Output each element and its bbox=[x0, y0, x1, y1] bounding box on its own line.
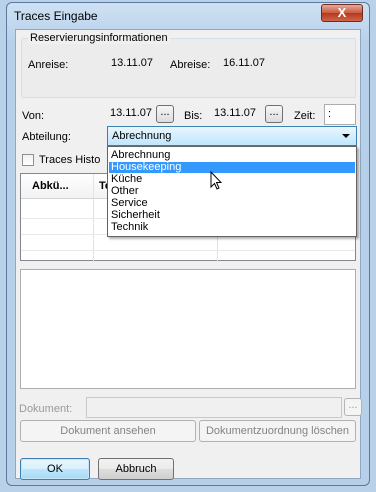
dropdown-option-service[interactable]: Service bbox=[109, 198, 355, 209]
close-button[interactable]: X bbox=[321, 4, 363, 22]
ok-button[interactable]: OK bbox=[20, 458, 90, 480]
department-select[interactable]: Abrechnung bbox=[107, 126, 357, 146]
department-label: Abteilung: bbox=[22, 131, 71, 143]
reservation-group-title: Reservierungsinformationen bbox=[28, 32, 170, 44]
grid-row bbox=[21, 250, 355, 251]
document-field bbox=[86, 397, 342, 418]
department-selected-value: Abrechnung bbox=[112, 130, 172, 142]
from-label: Von: bbox=[22, 110, 45, 122]
dropdown-option-sicherheit[interactable]: Sicherheit bbox=[109, 210, 355, 221]
traces-history-label[interactable]: Traces Histo bbox=[39, 154, 100, 166]
reservation-group: Reservierungsinformationen Anreise: 13.1… bbox=[21, 32, 356, 98]
chevron-down-icon[interactable] bbox=[342, 134, 350, 138]
departure-value: 16.11.07 bbox=[223, 57, 266, 69]
grid-column-header[interactable]: Abkü... bbox=[32, 180, 69, 192]
to-date-picker-button[interactable]: ... bbox=[265, 105, 283, 123]
department-dropdown-list[interactable]: Abrechnung Housekeeping Küche Other Serv… bbox=[107, 146, 357, 237]
to-label: Bis: bbox=[184, 110, 203, 122]
traces-history-checkbox[interactable] bbox=[22, 154, 34, 166]
dropdown-option-abrechnung[interactable]: Abrechnung bbox=[109, 150, 355, 161]
cancel-button[interactable]: Abbruch bbox=[98, 458, 174, 480]
title-bar[interactable]: Traces Eingabe X bbox=[7, 3, 369, 27]
window-title: Traces Eingabe bbox=[14, 9, 98, 23]
traces-dialog: Traces Eingabe X Reservierungsinformatio… bbox=[6, 2, 370, 486]
to-date-field[interactable]: 13.11.07 bbox=[211, 104, 263, 125]
delete-document-link-button[interactable]: Dokumentzuordnung löschen bbox=[199, 420, 356, 442]
dropdown-option-technik[interactable]: Technik bbox=[109, 222, 355, 233]
view-document-button[interactable]: Dokument ansehen bbox=[20, 420, 196, 442]
time-label: Zeit: bbox=[294, 110, 316, 122]
departure-label: Abreise: bbox=[170, 59, 211, 71]
arrival-value: 13.11.07 bbox=[111, 57, 154, 69]
time-field[interactable]: : bbox=[324, 104, 356, 125]
dialog-client-area: Reservierungsinformationen Anreise: 13.1… bbox=[15, 29, 362, 480]
from-date-picker-button[interactable]: ... bbox=[156, 105, 174, 123]
arrival-label: Anreise: bbox=[28, 59, 69, 71]
document-label: Dokument: bbox=[19, 403, 73, 415]
trace-text-area[interactable] bbox=[20, 269, 356, 389]
document-browse-button[interactable]: ... bbox=[344, 398, 362, 416]
dropdown-option-housekeeping[interactable]: Housekeeping bbox=[109, 162, 355, 173]
dropdown-option-kueche[interactable]: Küche bbox=[109, 174, 355, 185]
from-date-field[interactable]: 13.11.07 bbox=[107, 104, 155, 125]
dropdown-option-other[interactable]: Other bbox=[109, 186, 355, 197]
mouse-pointer-icon bbox=[210, 171, 223, 190]
